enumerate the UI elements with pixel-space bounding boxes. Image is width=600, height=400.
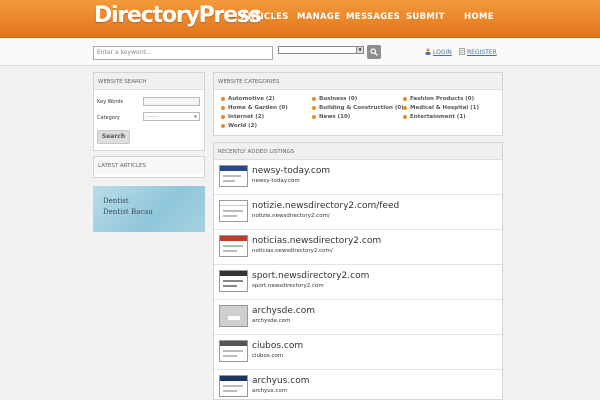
- bullet-icon: [312, 105, 316, 110]
- bullet-icon: [221, 105, 225, 110]
- listing-thumbnail[interactable]: [219, 235, 248, 257]
- recent-listings-title: RECENTLY ADDED LISTINGS: [214, 143, 502, 160]
- category-item[interactable]: Home & Garden (0): [221, 105, 288, 111]
- listing-url: newsy-today.com: [252, 178, 300, 184]
- search-button[interactable]: [367, 45, 381, 59]
- nav-messages[interactable]: MESSAGES: [346, 12, 400, 22]
- sidebar-search-button[interactable]: Search: [97, 130, 130, 144]
- listing-title[interactable]: sport.newsdirectory2.com: [252, 271, 369, 281]
- latest-articles-panel: LATEST ARTICLES: [93, 156, 205, 178]
- keywords-field[interactable]: [143, 97, 200, 106]
- listing-row[interactable]: newsy-today.com newsy-today.com: [214, 161, 502, 195]
- category-item-label: Business (0): [319, 96, 358, 102]
- category-item-label: Building & Construction (0): [319, 105, 404, 111]
- category-item-label: Fashion Products (0): [410, 96, 475, 102]
- category-item[interactable]: Entertainment (1): [403, 114, 466, 120]
- listing-title[interactable]: noticias.newsdirectory2.com: [252, 236, 381, 246]
- listing-thumbnail[interactable]: [219, 340, 248, 362]
- listing-thumbnail[interactable]: [219, 200, 248, 222]
- user-icon: [425, 48, 431, 55]
- nav-manage[interactable]: MANAGE: [297, 12, 340, 22]
- category-item-label: Internet (2): [228, 114, 265, 120]
- website-search-title: WEBSITE SEARCH: [94, 73, 204, 90]
- listing-title[interactable]: archysde.com: [252, 306, 315, 316]
- category-label: Category: [97, 115, 120, 121]
- listing-url: ciubos.com: [252, 353, 284, 359]
- bullet-icon: [312, 114, 316, 119]
- dentist-ad-banner[interactable]: Dentist Dentist Bacau: [93, 186, 205, 232]
- category-select[interactable]: ▼: [278, 46, 364, 54]
- category-item[interactable]: Business (0): [312, 96, 357, 102]
- keywords-label: Key Words: [97, 99, 124, 105]
- category-item[interactable]: Automotive (2): [221, 96, 275, 102]
- listing-row[interactable]: noticias.newsdirectory2.com noticias.new…: [214, 231, 502, 265]
- search-icon: [370, 48, 378, 56]
- category-item-label: World (2): [228, 123, 257, 129]
- category-item-label: News (10): [319, 114, 351, 120]
- bullet-icon: [403, 114, 407, 119]
- category-item[interactable]: Fashion Products (0): [403, 96, 474, 102]
- chevron-down-icon: ▼: [193, 114, 197, 119]
- category-item[interactable]: World (2): [221, 123, 257, 129]
- nav-home[interactable]: HOME: [464, 12, 494, 22]
- register-icon: [459, 48, 465, 55]
- listing-url: noticias.newsdirectory2.com/: [252, 248, 333, 254]
- login-link[interactable]: LOGIN: [433, 49, 452, 56]
- listing-url: notizie.newsdirectory2.com/: [252, 213, 330, 219]
- nav-articles[interactable]: ARTICLES: [241, 12, 289, 22]
- ad-subline: Dentist Bacau: [103, 208, 153, 216]
- site-logo[interactable]: DirectoryPress: [94, 3, 262, 28]
- keyword-input[interactable]: Enter a keyword...: [93, 46, 273, 60]
- category-item[interactable]: Building & Construction (0): [312, 105, 404, 111]
- bullet-icon: [221, 114, 225, 119]
- listing-row[interactable]: archyus.com archyus.com: [214, 371, 502, 399]
- listing-title[interactable]: newsy-today.com: [252, 166, 330, 176]
- nav-submit[interactable]: SUBMIT: [406, 12, 445, 22]
- listing-url: sport.newsdirectory2.com: [252, 283, 324, 289]
- latest-articles-title: LATEST ARTICLES: [94, 157, 204, 174]
- recent-listings-panel: RECENTLY ADDED LISTINGS newsy-today.com …: [213, 142, 503, 400]
- register-link[interactable]: REGISTER: [467, 49, 497, 56]
- bullet-icon: [312, 96, 316, 101]
- website-categories-title: WEBSITE CATEGORIES: [214, 73, 502, 90]
- listing-url: archysde.com: [252, 318, 291, 324]
- category-dropdown[interactable]: -------- ▼: [143, 112, 200, 121]
- search-bar: Enter a keyword... ▼ LOGIN REGISTER: [0, 38, 600, 66]
- category-dropdown-value: --------: [147, 114, 159, 119]
- listing-thumbnail[interactable]: [219, 375, 248, 397]
- listing-row[interactable]: ciubos.com ciubos.com: [214, 336, 502, 370]
- bullet-icon: [403, 105, 407, 110]
- bullet-icon: [221, 96, 225, 101]
- listing-title[interactable]: notizie.newsdirectory2.com/feed: [252, 201, 399, 211]
- category-item[interactable]: News (10): [312, 114, 350, 120]
- listing-thumbnail[interactable]: [219, 305, 248, 327]
- category-item-label: Entertainment (1): [410, 114, 466, 120]
- category-item[interactable]: Medical & Hospital (1): [403, 105, 479, 111]
- listing-title[interactable]: archyus.com: [252, 376, 309, 386]
- listing-row[interactable]: notizie.newsdirectory2.com/feed notizie.…: [214, 196, 502, 230]
- category-item[interactable]: Internet (2): [221, 114, 264, 120]
- site-header: DirectoryPress ARTICLES MANAGE MESSAGES …: [0, 0, 600, 38]
- category-item-label: Automotive (2): [228, 96, 275, 102]
- listing-url: archyus.com: [252, 388, 288, 394]
- category-item-label: Home & Garden (0): [228, 105, 288, 111]
- chevron-down-icon: ▼: [356, 47, 363, 53]
- bullet-icon: [221, 123, 225, 128]
- bullet-icon: [403, 96, 407, 101]
- category-item-label: Medical & Hospital (1): [410, 105, 479, 111]
- listing-row[interactable]: sport.newsdirectory2.com sport.newsdirec…: [214, 266, 502, 300]
- listing-thumbnail[interactable]: [219, 270, 248, 292]
- listing-thumbnail[interactable]: [219, 165, 248, 187]
- listing-row[interactable]: archysde.com archysde.com: [214, 301, 502, 335]
- ad-headline: Dentist: [103, 197, 129, 205]
- listing-title[interactable]: ciubos.com: [252, 341, 303, 351]
